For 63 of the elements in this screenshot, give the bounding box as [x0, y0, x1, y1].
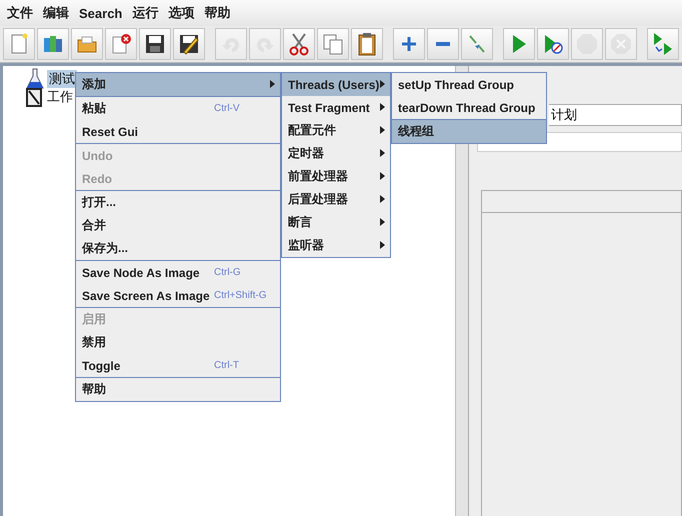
menu-item[interactable]: 后置处理器 [282, 188, 390, 211]
menu-item[interactable]: 运行 [127, 4, 164, 22]
toolbar-button[interactable] [173, 28, 205, 60]
menu-item[interactable]: 打开... [76, 191, 280, 214]
toolbar-button[interactable] [351, 28, 383, 60]
menu-item[interactable]: 粘贴 Ctrl-V [76, 97, 280, 120]
scissors-icon [288, 32, 310, 56]
menu-item[interactable]: Threads (Users) [282, 73, 390, 96]
menu-item[interactable]: 帮助 [76, 378, 280, 401]
copy-icon [322, 33, 344, 55]
menu-item[interactable]: 帮助 [199, 4, 236, 22]
submenu-arrow-icon [380, 103, 385, 111]
menu-item[interactable]: 断言 [282, 211, 390, 234]
menu-item[interactable]: 线程组 [392, 120, 546, 143]
shortcut-label: Ctrl-V [214, 103, 240, 114]
minus-icon [436, 42, 450, 46]
menu-item[interactable]: 定时器 [282, 142, 390, 165]
toolbar-button[interactable] [537, 28, 569, 60]
notepad-icon [25, 87, 43, 107]
menu-item[interactable]: tearDown Thread Group [392, 96, 546, 119]
menu-item[interactable]: Toggle Ctrl-T [76, 354, 280, 377]
shortcut-label: Ctrl+Shift-G [214, 290, 267, 301]
submenu-arrow-icon [380, 218, 385, 226]
submenu-arrow-icon [380, 241, 385, 249]
menu-item[interactable]: 编辑 [38, 4, 74, 22]
remote-play-icon [652, 32, 674, 56]
menu-item[interactable]: 选项 [163, 4, 200, 22]
flask-icon [25, 68, 45, 90]
name-field[interactable]: 计划 [549, 104, 682, 126]
submenu-arrow-icon [270, 80, 275, 88]
menu-item[interactable]: Save Node As Image Ctrl-G [76, 261, 280, 284]
floppy-pencil-icon [178, 33, 200, 55]
submenu-arrow-icon [380, 80, 385, 88]
menu-item[interactable]: Test Fragment [282, 96, 390, 119]
close-file-icon [110, 33, 132, 55]
menu-item[interactable]: 添加 [76, 73, 280, 96]
tree-item[interactable]: 测试 [47, 70, 77, 88]
menu-item[interactable]: setUp Thread Group [392, 73, 546, 96]
shortcut-label: Ctrl-T [214, 360, 239, 371]
toolbar-button[interactable] [139, 28, 171, 60]
books-icon [42, 33, 64, 55]
tree-item[interactable]: 工作 [45, 88, 75, 106]
submenu-arrow-icon [380, 149, 385, 157]
plus-icon [399, 34, 419, 54]
toolbar-button[interactable] [283, 28, 315, 60]
menu-item[interactable]: 文件 [2, 4, 38, 22]
submenu-arrow-icon [380, 126, 385, 134]
menu-item[interactable]: 保存为... [76, 237, 280, 260]
menu-item[interactable]: 配置元件 [282, 119, 390, 142]
menu-item[interactable]: 前置处理器 [282, 165, 390, 188]
shortcut-label: Ctrl-G [214, 267, 241, 278]
folder-icon [76, 34, 98, 54]
submenu-arrow-icon [380, 195, 385, 203]
menu-item[interactable]: Save Screen As Image Ctrl+Shift-G [76, 284, 280, 307]
new-file-icon [9, 33, 29, 55]
submenu-arrow-icon [380, 172, 385, 180]
menu-item[interactable]: Reset Gui [76, 120, 280, 143]
menu-item[interactable]: 监听器 [282, 234, 390, 257]
menu-item[interactable]: Search [74, 6, 128, 20]
menu-item[interactable]: 禁用 [76, 331, 280, 354]
clipboard-icon [356, 32, 378, 56]
cancel-icon [610, 33, 632, 55]
menu-item[interactable]: 合并 [76, 214, 280, 237]
